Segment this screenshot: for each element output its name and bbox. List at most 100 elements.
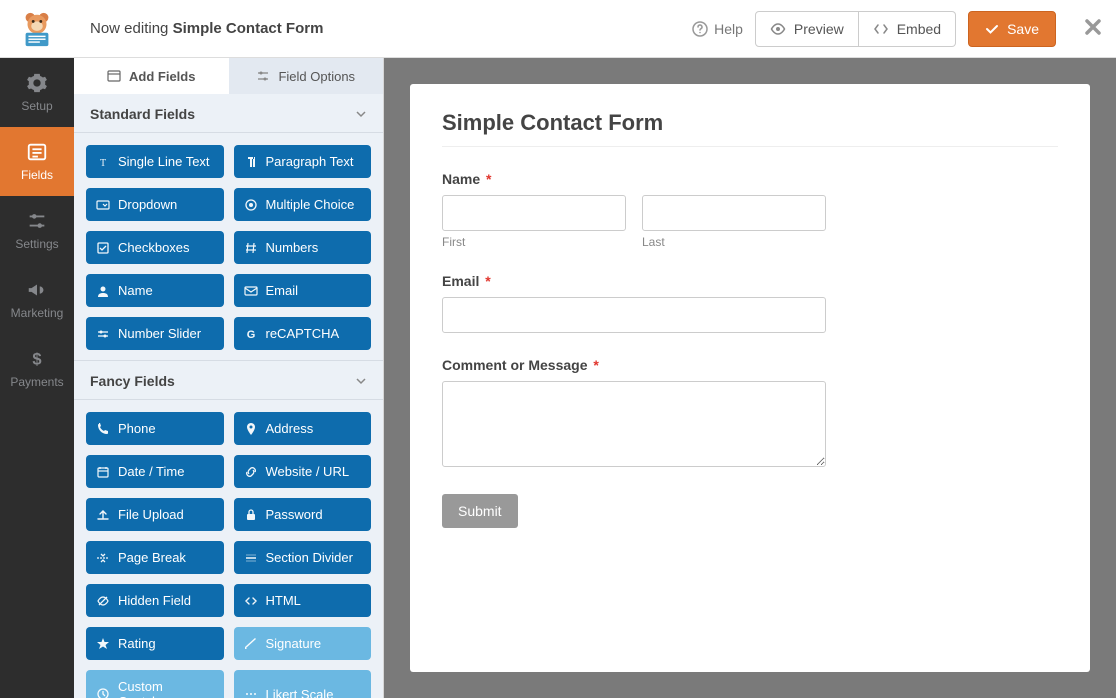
signature-icon [244,637,258,651]
comment-textarea[interactable] [442,381,826,467]
submit-button[interactable]: Submit [442,494,518,528]
tab-add-fields[interactable]: Add Fields [74,58,229,94]
last-name-input[interactable] [642,195,826,231]
bullhorn-icon [26,279,48,301]
field-number-slider[interactable]: Number Slider [86,317,224,350]
field-label: Numbers [266,240,319,255]
field-label: Signature [266,636,322,651]
preview-button[interactable]: Preview [755,11,859,47]
field-file-upload[interactable]: File Upload [86,498,224,531]
field-label: Date / Time [118,464,184,479]
editing-label: Now editing Simple Contact Form [90,20,323,37]
field-label: Dropdown [118,197,177,212]
field-html[interactable]: HTML [234,584,372,617]
field-checkboxes[interactable]: Checkboxes [86,231,224,264]
logo [0,0,74,58]
nav-setup[interactable]: Setup [0,58,74,127]
svg-text:G: G [246,329,255,341]
chevron-down-icon [355,375,367,387]
star-icon [96,637,110,651]
field-rating[interactable]: Rating [86,627,224,660]
user-icon [96,284,110,298]
field-single-line-text[interactable]: TSingle Line Text [86,145,224,178]
field-multiple-choice[interactable]: Multiple Choice [234,188,372,221]
field-address[interactable]: Address [234,412,372,445]
divider-icon [244,551,258,565]
paragraph-icon [244,155,258,169]
svg-text:$: $ [32,351,41,369]
field-label: Paragraph Text [266,154,354,169]
field-email[interactable]: Email * [442,273,1058,333]
gear-icon [26,72,48,94]
field-label: Rating [118,636,156,651]
field-label: Page Break [118,550,186,565]
form-title: Simple Contact Form [442,110,1058,147]
marker-icon [244,422,258,436]
comment-label: Comment or Message * [442,357,1058,373]
link-icon [244,465,258,479]
help-icon [692,21,708,37]
window-icon [107,69,121,83]
field-website-url[interactable]: Website / URL [234,455,372,488]
page-break-icon [96,551,110,565]
field-comment[interactable]: Comment or Message * [442,357,1058,470]
tab-field-options[interactable]: Field Options [229,58,384,94]
text-icon: T [96,155,110,169]
field-label: Address [266,421,314,436]
code-icon [873,21,889,37]
field-likert-scale[interactable]: Likert Scale [234,670,372,698]
dollar-icon: $ [26,348,48,370]
nav-marketing[interactable]: Marketing [0,265,74,334]
field-phone[interactable]: Phone [86,412,224,445]
field-paragraph-text[interactable]: Paragraph Text [234,145,372,178]
slider-icon [96,327,110,341]
field-label: Hidden Field [118,593,191,608]
checkbox-icon [96,241,110,255]
section-fancy-fields[interactable]: Fancy Fields [74,360,383,400]
name-label: Name * [442,171,1058,187]
first-sublabel: First [442,235,626,249]
radio-icon [244,198,258,212]
check-icon [985,22,999,36]
field-dropdown[interactable]: Dropdown [86,188,224,221]
field-label: File Upload [118,507,184,522]
first-name-input[interactable] [442,195,626,231]
field-section-divider[interactable]: Section Divider [234,541,372,574]
section-standard-fields[interactable]: Standard Fields [74,94,383,133]
nav-settings[interactable]: Settings [0,196,74,265]
last-sublabel: Last [642,235,826,249]
close-button[interactable] [1084,18,1102,39]
field-label: Name [118,283,153,298]
field-label: Number Slider [118,326,201,341]
email-input[interactable] [442,297,826,333]
field-label: Section Divider [266,550,353,565]
field-hidden-field[interactable]: Hidden Field [86,584,224,617]
embed-button[interactable]: Embed [859,11,956,47]
captcha-icon [96,687,110,698]
code-icon [244,594,258,608]
field-date-time[interactable]: Date / Time [86,455,224,488]
svg-text:T: T [100,158,106,169]
nav-payments[interactable]: $ Payments [0,334,74,403]
field-label: Checkboxes [118,240,190,255]
field-label: Password [266,507,323,522]
field-signature[interactable]: Signature [234,627,372,660]
field-page-break[interactable]: Page Break [86,541,224,574]
field-label: Custom Captcha [118,679,214,698]
field-name[interactable]: Name * First Last [442,171,1058,249]
upload-icon [96,508,110,522]
eye-icon [770,21,786,37]
save-button[interactable]: Save [968,11,1056,47]
sliders-icon [26,210,48,232]
help-link[interactable]: Help [692,21,743,37]
field-recaptcha[interactable]: GreCAPTCHA [234,317,372,350]
field-numbers[interactable]: Numbers [234,231,372,264]
sliders-icon [256,69,270,83]
field-label: Phone [118,421,156,436]
calendar-icon [96,465,110,479]
field-email[interactable]: Email [234,274,372,307]
field-password[interactable]: Password [234,498,372,531]
nav-fields[interactable]: Fields [0,127,74,196]
field-custom-captcha[interactable]: Custom Captcha [86,670,224,698]
field-name[interactable]: Name [86,274,224,307]
